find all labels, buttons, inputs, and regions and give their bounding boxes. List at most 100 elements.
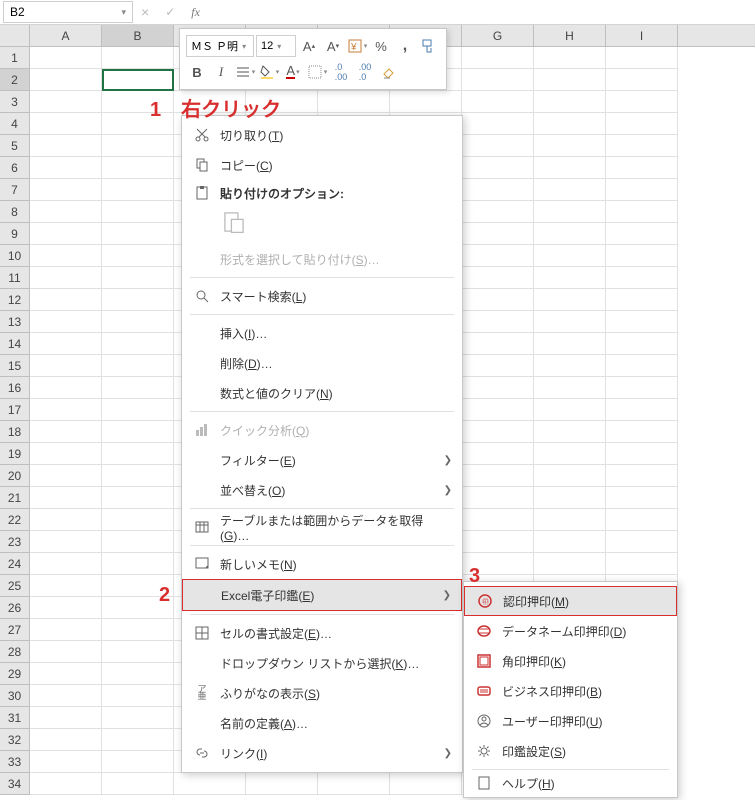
percent-icon[interactable]: % (370, 35, 392, 57)
cell[interactable] (30, 465, 102, 487)
menu-delete[interactable]: 削除(D)… (182, 348, 462, 378)
menu-excel-stamp[interactable]: Excel電子印鑑(E) ❯ (182, 579, 462, 611)
cell[interactable] (534, 421, 606, 443)
border-icon[interactable] (306, 61, 328, 83)
cell[interactable] (102, 751, 174, 773)
select-all-corner[interactable] (0, 25, 30, 46)
cell[interactable] (318, 91, 390, 113)
cell[interactable] (534, 47, 606, 69)
row-header[interactable]: 12 (0, 289, 30, 311)
cell[interactable] (102, 399, 174, 421)
menu-define-name[interactable]: 名前の定義(A)… (182, 708, 462, 738)
menu-clear[interactable]: 数式と値のクリア(N) (182, 378, 462, 408)
cell[interactable] (534, 553, 606, 575)
cell[interactable] (462, 399, 534, 421)
cell[interactable] (30, 179, 102, 201)
cell[interactable] (534, 311, 606, 333)
cell[interactable] (606, 531, 678, 553)
cell[interactable] (534, 355, 606, 377)
cell[interactable] (102, 333, 174, 355)
cell[interactable] (462, 443, 534, 465)
submenu-dataname-stamp[interactable]: データネーム印押印(D) (464, 616, 677, 646)
menu-get-data[interactable]: テーブルまたは範囲からデータを取得(G)… (182, 512, 462, 542)
menu-filter[interactable]: フィルター(E) ❯ (182, 445, 462, 475)
row-header[interactable]: 13 (0, 311, 30, 333)
cell[interactable] (30, 47, 102, 69)
cell[interactable] (102, 377, 174, 399)
row-header[interactable]: 26 (0, 597, 30, 619)
cell[interactable] (102, 421, 174, 443)
cell[interactable] (606, 487, 678, 509)
fx-icon[interactable]: fx (183, 0, 208, 24)
cell[interactable] (102, 245, 174, 267)
cell[interactable] (102, 509, 174, 531)
cell[interactable] (462, 421, 534, 443)
cell[interactable] (534, 531, 606, 553)
cell[interactable] (30, 531, 102, 553)
column-header[interactable]: B (102, 25, 174, 46)
row-header[interactable]: 7 (0, 179, 30, 201)
submenu-approval-stamp[interactable]: ㊞ 認印押印(M) (464, 586, 677, 616)
cell[interactable] (102, 707, 174, 729)
cell[interactable] (102, 487, 174, 509)
row-header[interactable]: 34 (0, 773, 30, 795)
cell[interactable] (30, 355, 102, 377)
cell[interactable] (102, 69, 174, 91)
cell[interactable] (606, 421, 678, 443)
submenu-user-stamp[interactable]: ユーザー印押印(U) (464, 706, 677, 736)
row-header[interactable]: 2 (0, 69, 30, 91)
cell[interactable] (534, 135, 606, 157)
cell[interactable] (102, 223, 174, 245)
submenu-help[interactable]: ヘルプ(H) (464, 773, 677, 793)
cell[interactable] (30, 157, 102, 179)
menu-copy[interactable]: コピー(C) (182, 150, 462, 180)
cell[interactable] (534, 245, 606, 267)
increase-font-icon[interactable]: A▴ (298, 35, 320, 57)
cell[interactable] (102, 201, 174, 223)
cell[interactable] (30, 69, 102, 91)
column-header[interactable]: G (462, 25, 534, 46)
row-header[interactable]: 14 (0, 333, 30, 355)
row-header[interactable]: 31 (0, 707, 30, 729)
row-header[interactable]: 1 (0, 47, 30, 69)
row-header[interactable]: 25 (0, 575, 30, 597)
cell[interactable] (534, 443, 606, 465)
submenu-square-stamp[interactable]: 角印押印(K) (464, 646, 677, 676)
row-header[interactable]: 8 (0, 201, 30, 223)
menu-format-cells[interactable]: セルの書式設定(E)… (182, 618, 462, 648)
cell[interactable] (462, 47, 534, 69)
cell[interactable] (102, 531, 174, 553)
cell[interactable] (30, 487, 102, 509)
cell[interactable] (462, 311, 534, 333)
cell[interactable] (102, 157, 174, 179)
column-header[interactable]: A (30, 25, 102, 46)
row-header[interactable]: 18 (0, 421, 30, 443)
italic-button[interactable]: I (210, 61, 232, 83)
row-header[interactable]: 27 (0, 619, 30, 641)
row-header[interactable]: 6 (0, 157, 30, 179)
cell[interactable] (102, 465, 174, 487)
cell[interactable] (462, 113, 534, 135)
row-header[interactable]: 33 (0, 751, 30, 773)
cell[interactable] (30, 663, 102, 685)
cell[interactable] (30, 509, 102, 531)
cell[interactable] (30, 421, 102, 443)
cell[interactable] (534, 399, 606, 421)
cell[interactable] (246, 773, 318, 795)
row-header[interactable]: 17 (0, 399, 30, 421)
row-header[interactable]: 5 (0, 135, 30, 157)
cell[interactable] (30, 597, 102, 619)
row-header[interactable]: 11 (0, 267, 30, 289)
cell[interactable] (102, 685, 174, 707)
cell[interactable] (606, 223, 678, 245)
cell[interactable] (30, 729, 102, 751)
cell[interactable] (30, 553, 102, 575)
cell[interactable] (534, 69, 606, 91)
cell[interactable] (606, 179, 678, 201)
cell[interactable] (102, 179, 174, 201)
submenu-business-stamp[interactable]: ビジネス印押印(B) (464, 676, 677, 706)
cell[interactable] (534, 201, 606, 223)
cell[interactable] (534, 91, 606, 113)
cell[interactable] (462, 465, 534, 487)
font-color-icon[interactable]: A (282, 61, 304, 83)
